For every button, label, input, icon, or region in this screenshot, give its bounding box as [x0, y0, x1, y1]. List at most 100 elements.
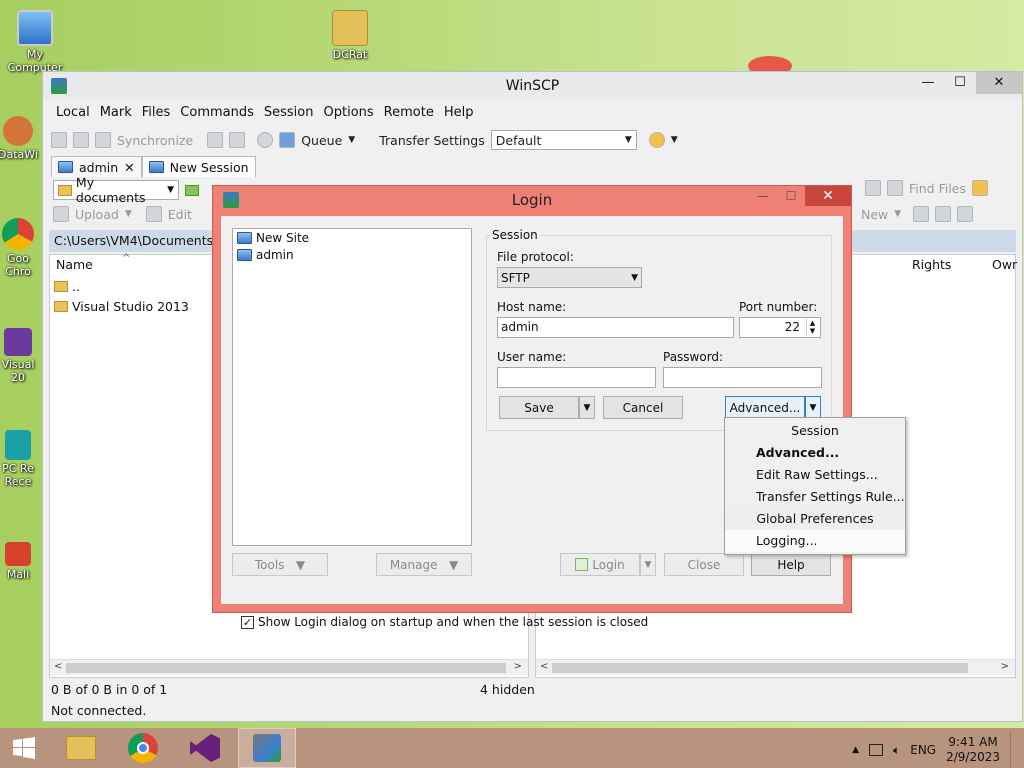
find-files-button[interactable]: Find Files: [909, 181, 966, 196]
maximize-icon[interactable]: ☐: [944, 72, 976, 94]
host-name-input[interactable]: admin: [497, 317, 734, 338]
scroll-left-icon[interactable]: <: [540, 661, 548, 672]
advanced-button[interactable]: Advanced...: [725, 396, 805, 419]
new-button[interactable]: New: [861, 207, 888, 222]
desktop-icon-datawi[interactable]: DataWi: [0, 116, 40, 161]
console-icon[interactable]: [229, 132, 246, 148]
menu-item-global-preferences[interactable]: Global Preferences: [725, 508, 905, 530]
save-dropdown-button[interactable]: ▼: [579, 396, 595, 419]
open-folder-icon[interactable]: [185, 184, 199, 196]
menu-item-transfer-settings-rule[interactable]: Transfer Settings Rule...: [725, 486, 905, 508]
desktop-icon-my-computer[interactable]: My Computer: [5, 10, 65, 74]
user-name-input[interactable]: [497, 367, 656, 388]
minus-icon[interactable]: [935, 206, 952, 222]
taskbar-file-explorer[interactable]: [52, 728, 110, 768]
manage-button[interactable]: Manage ▼: [376, 553, 472, 576]
desktop-icon-chrome[interactable]: Goo Chro: [0, 218, 40, 278]
refresh-icon[interactable]: [865, 180, 881, 196]
tab-close-icon[interactable]: ✕: [124, 160, 134, 175]
menu-commands[interactable]: Commands: [175, 102, 259, 123]
advanced-dropdown-button[interactable]: ▼: [805, 396, 821, 419]
close-button[interactable]: Close: [664, 553, 744, 576]
taskbar-chrome[interactable]: [114, 728, 172, 768]
desktop-icon-visual-studio[interactable]: Visual 20: [0, 328, 40, 384]
minimize-icon[interactable]: —: [749, 186, 777, 206]
show-hidden-icons-icon[interactable]: ▲: [852, 745, 859, 755]
show-login-checkbox[interactable]: ✓ Show Login dialog on startup and when …: [241, 615, 648, 629]
transfer-settings-select[interactable]: Default ▼: [490, 130, 637, 150]
terminal-icon[interactable]: [207, 132, 224, 148]
clock[interactable]: 9:41 AM 2/9/2023: [946, 735, 1000, 765]
remote-horizontal-scrollbar[interactable]: < >: [536, 659, 1015, 675]
scroll-left-icon[interactable]: <: [54, 661, 62, 672]
site-admin[interactable]: admin: [233, 246, 471, 263]
close-icon[interactable]: ✕: [976, 72, 1022, 94]
column-owner[interactable]: Owr: [992, 257, 1017, 272]
taskbar-winscp[interactable]: [238, 728, 296, 768]
checkbox-check-icon[interactable]: ✓: [241, 615, 254, 629]
port-spinner[interactable]: ▲ ▼: [806, 319, 818, 336]
minimize-icon[interactable]: —: [912, 72, 944, 94]
file-protocol-select[interactable]: SFTP ▼: [497, 267, 642, 288]
menu-remote[interactable]: Remote: [379, 102, 439, 123]
site-list[interactable]: New Site admin: [232, 228, 472, 546]
site-new[interactable]: New Site: [233, 229, 471, 246]
login-button[interactable]: Login: [560, 553, 640, 576]
upload-icon[interactable]: [53, 206, 69, 222]
upload-button[interactable]: Upload: [75, 207, 119, 222]
synchronize-icon[interactable]: [95, 132, 111, 148]
gear-icon[interactable]: [257, 132, 274, 148]
globe-icon[interactable]: [648, 132, 665, 148]
globe-dropdown-icon[interactable]: ▼: [671, 135, 678, 145]
upload-dropdown-icon[interactable]: ▼: [125, 209, 132, 219]
menu-item-session[interactable]: Session: [725, 420, 905, 442]
menu-options[interactable]: Options: [319, 102, 379, 123]
find-files-icon[interactable]: [887, 180, 903, 196]
menu-files[interactable]: Files: [137, 102, 176, 123]
plus-icon[interactable]: [913, 206, 930, 222]
scroll-right-icon[interactable]: >: [514, 661, 522, 672]
menu-local[interactable]: Local: [51, 102, 95, 123]
sync-browse-icon[interactable]: [73, 132, 89, 148]
menu-item-logging[interactable]: Logging...: [725, 530, 905, 552]
tab-admin[interactable]: admin ✕: [51, 156, 142, 177]
start-button[interactable]: [0, 728, 48, 768]
tools-button[interactable]: Tools ▼: [232, 553, 328, 576]
column-name[interactable]: Name: [56, 257, 93, 272]
edit-button[interactable]: Edit: [168, 207, 192, 222]
menu-item-edit-raw-settings[interactable]: Edit Raw Settings...: [725, 464, 905, 486]
menu-mark[interactable]: Mark: [95, 102, 137, 123]
cancel-button[interactable]: Cancel: [603, 396, 683, 419]
synchronize-button[interactable]: Synchronize: [117, 133, 193, 148]
tab-new-session[interactable]: New Session: [141, 156, 256, 177]
menu-item-advanced[interactable]: Advanced...: [725, 442, 905, 464]
login-titlebar[interactable]: Login — ☐ ✕: [213, 186, 851, 214]
language-indicator[interactable]: ENG: [910, 743, 936, 757]
scroll-thumb[interactable]: [66, 663, 506, 673]
list-item[interactable]: Visual Studio 2013: [54, 299, 189, 314]
taskbar-visual-studio[interactable]: [176, 728, 234, 768]
menu-session[interactable]: Session: [259, 102, 319, 123]
queue-icon[interactable]: [279, 132, 296, 148]
queue-dropdown-icon[interactable]: ▼: [348, 135, 355, 145]
help-button[interactable]: Help: [751, 553, 831, 576]
local-horizontal-scrollbar[interactable]: < >: [50, 659, 528, 675]
desktop-icon-pc-recovery[interactable]: PC Re Rece: [0, 430, 40, 488]
login-dropdown-button[interactable]: ▼: [640, 553, 656, 576]
local-location-select[interactable]: My documents ▼: [53, 175, 179, 205]
show-desktop-button[interactable]: [1010, 732, 1016, 768]
maximize-icon[interactable]: ☐: [777, 186, 805, 206]
filter-icon[interactable]: [957, 206, 974, 222]
password-input[interactable]: [663, 367, 822, 388]
close-icon[interactable]: ✕: [805, 186, 851, 206]
network-icon[interactable]: [869, 744, 884, 756]
list-item[interactable]: ..: [54, 279, 80, 294]
window-titlebar[interactable]: WinSCP — ☐ ✕: [43, 72, 1022, 100]
queue-button[interactable]: Queue: [301, 133, 342, 148]
menu-help[interactable]: Help: [439, 102, 479, 123]
edit-icon[interactable]: [145, 206, 162, 222]
scroll-thumb[interactable]: [552, 663, 968, 673]
filter-icon[interactable]: [972, 180, 989, 196]
compare-icon[interactable]: [51, 132, 67, 148]
scroll-right-icon[interactable]: >: [1001, 661, 1009, 672]
